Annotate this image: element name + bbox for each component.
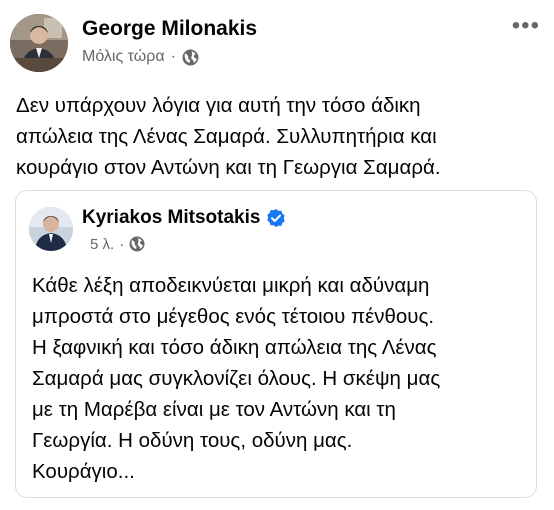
- author-name[interactable]: George Milonakis: [82, 17, 257, 41]
- globe-icon[interactable]: [129, 236, 146, 253]
- post-body-text: Δεν υπάρχουν λόγια για αυτή την τόσο άδι…: [16, 94, 441, 179]
- post-timestamp[interactable]: Μόλις τώρα: [82, 48, 165, 66]
- shared-post-card[interactable]: Kyriakos Mitsotakis 5 λ. · Κάθε λέξη απο…: [15, 190, 537, 498]
- author-avatar[interactable]: [10, 14, 68, 72]
- shared-post-body-text: Κάθε λέξη αποδεικνύεται μικρή και αδύναμ…: [32, 274, 441, 483]
- more-options-button[interactable]: •••: [512, 14, 540, 38]
- meta-separator: ·: [170, 48, 176, 65]
- facebook-post: George Milonakis Μόλις τώρα · ••• Δεν υπ…: [0, 0, 554, 510]
- shared-author-name-row: Kyriakos Mitsotakis: [82, 207, 286, 229]
- verified-badge-icon: [266, 208, 286, 228]
- shared-meta-separator: ·: [119, 236, 125, 253]
- shared-author-name[interactable]: Kyriakos Mitsotakis: [82, 207, 260, 229]
- shared-post-timestamp[interactable]: 5 λ.: [90, 236, 114, 253]
- shared-author-avatar[interactable]: [29, 207, 73, 251]
- globe-icon[interactable]: [182, 49, 199, 66]
- post-meta: Μόλις τώρα ·: [82, 48, 199, 66]
- shared-post-meta: 5 λ. ·: [90, 236, 146, 253]
